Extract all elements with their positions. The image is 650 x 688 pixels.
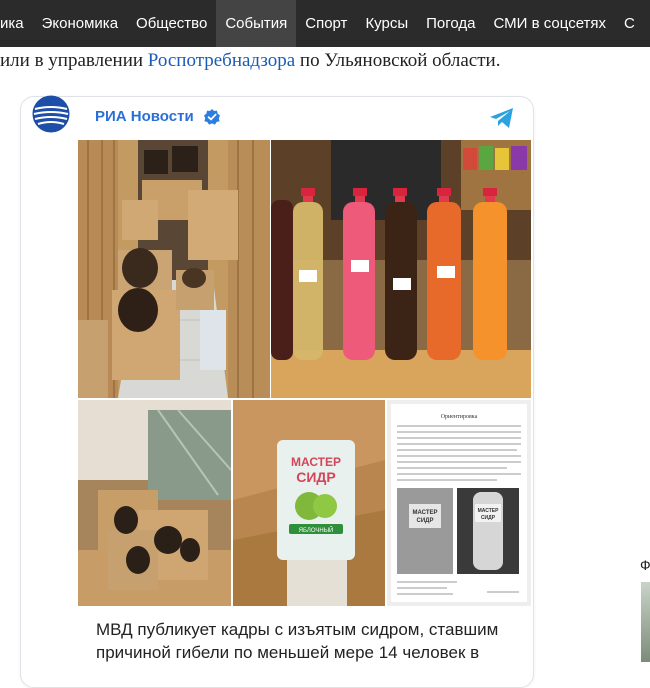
label-line1: МАСТЕР (291, 455, 341, 469)
rospotrebnadzor-link[interactable]: Роспотребнадзора (148, 50, 295, 71)
nav-item-politics[interactable]: ика (0, 0, 33, 47)
photo-document[interactable]: Ориентировка МАСТЕР СИДР МАСТЕР СИДР (387, 400, 531, 606)
photo-colored-bottles[interactable] (271, 140, 531, 398)
article-paragraph: или в управлении Роспотребнадзора по Уль… (0, 48, 500, 74)
doc-label-line1-left: МАСТЕР (412, 510, 437, 516)
doc-label-line1-right: МАСТЕР (478, 508, 500, 514)
nav-item-society[interactable]: Общество (127, 0, 216, 47)
sidebar-heading-fragment: Ф (640, 557, 650, 573)
nav-item-social-media[interactable]: СМИ в соцсетях (485, 0, 616, 47)
doc-label-line2-left: СИДР (417, 518, 434, 524)
article-text-after-link: по Ульяновской области. (295, 50, 501, 71)
top-navigation-bar: ика Экономика Общество События Спорт Кур… (0, 0, 650, 47)
embed-caption: МВД публикует кадры с изъятым сидром, ст… (96, 620, 499, 662)
photo-storage-room[interactable] (78, 140, 270, 398)
channel-name[interactable]: РИА Новости (95, 108, 194, 125)
nav-item-economy[interactable]: Экономика (33, 0, 127, 47)
doc-heading: Ориентировка (441, 414, 478, 420)
nav-item-events[interactable]: События (216, 0, 297, 47)
nav-item-sport[interactable]: Спорт (296, 0, 356, 47)
nav-item-weather[interactable]: Погода (417, 0, 484, 47)
ria-logo-icon[interactable] (32, 95, 70, 133)
nav-item-truncated[interactable]: С (615, 0, 644, 47)
nav-item-rates[interactable]: Курсы (356, 0, 417, 47)
verified-icon (203, 108, 221, 126)
label-flavor: ЯБЛОЧНЫЙ (299, 526, 334, 534)
sidebar-thumbnail[interactable] (641, 582, 650, 662)
photo-boxes-with-bottles[interactable] (78, 400, 231, 606)
photo-cider-bottle[interactable]: МАСТЕР СИДР ЯБЛОЧНЫЙ (233, 400, 385, 606)
doc-label-line2-right: СИДР (481, 515, 496, 521)
label-line2: СИДР (296, 469, 335, 485)
article-text-before-link: или в управлении (0, 50, 148, 71)
telegram-icon[interactable] (489, 106, 515, 130)
